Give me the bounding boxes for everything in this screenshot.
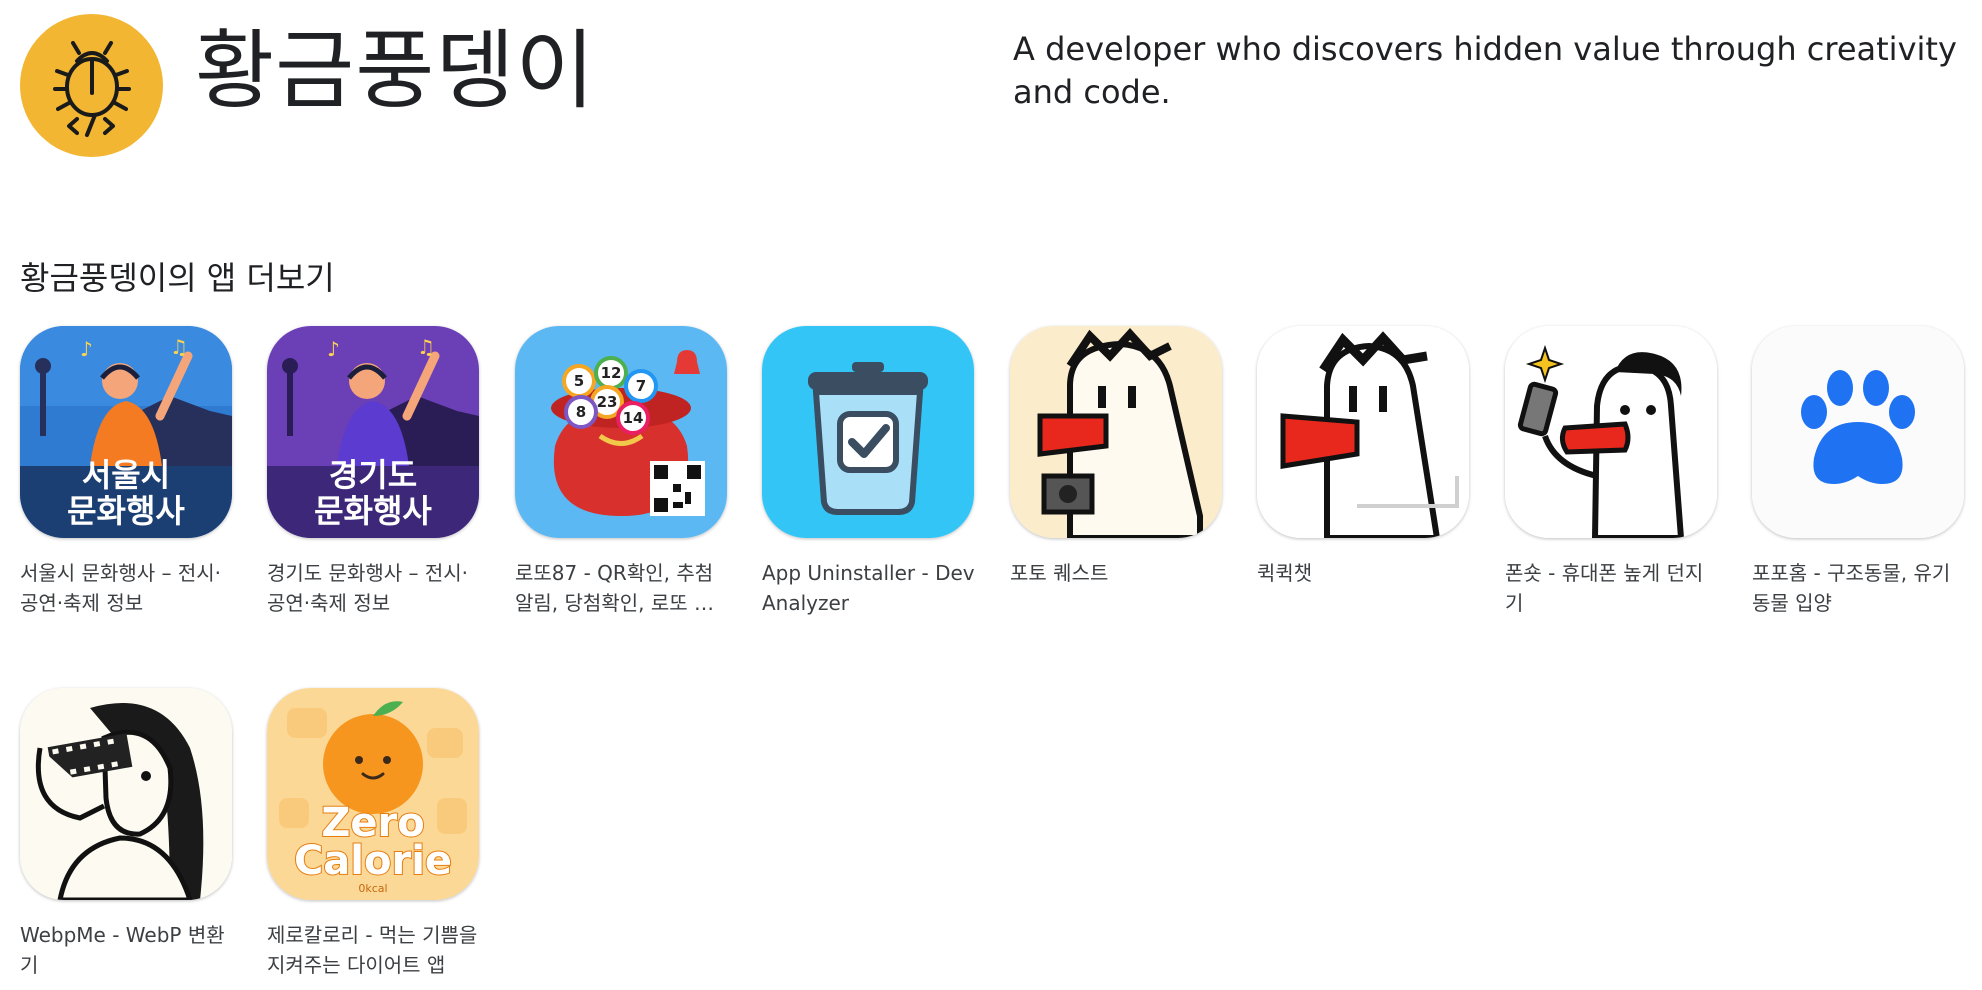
app-title: 포포홈 - 구조동물, 유기동물 입양: [1752, 561, 1951, 615]
app-icon: [762, 326, 974, 538]
icon-label-calorie: Calorie: [294, 838, 452, 884]
icon-label-kcal: 0kcal: [358, 882, 387, 895]
app-card-gyeonggi-culture[interactable]: ♪ ♫ 경기도 문화행사 경기도 문화행사 – 전시·공연·축제 정보: [267, 326, 481, 618]
app-card-popo-home[interactable]: 포포홈 - 구조동물, 유기동물 입양: [1752, 326, 1966, 618]
more-apps-heading: 황금풍뎅이의 앱 더보기: [20, 259, 335, 297]
app-card-quickquick-chat[interactable]: 퀵퀵챗: [1257, 326, 1471, 588]
app-title: 포토 퀘스트: [1010, 561, 1109, 585]
app-title: 폰숏 - 휴대폰 높게 던지기: [1505, 561, 1704, 615]
lotto-bag-icon: 5 12 7 23 8 14: [515, 326, 727, 538]
gyeonggi-culture-events-icon: ♪ ♫ 경기도 문화행사: [267, 326, 479, 538]
svg-text:♪: ♪: [327, 337, 340, 361]
app-icon: Zero Calorie 0kcal: [267, 688, 479, 900]
app-title: 퀵퀵챗: [1257, 561, 1313, 585]
developer-name: 황금풍뎅이: [195, 21, 596, 121]
app-card-seoul-culture[interactable]: ♪ ♫ 서울시 문화행사 서울시 문화행사 – 전시·공연·축제 정보: [20, 326, 234, 618]
app-icon: [1010, 326, 1222, 538]
app-icon: 5 12 7 23 8 14: [515, 326, 727, 538]
svg-text:♫: ♫: [170, 335, 188, 359]
app-title: 로또87 - QR확인, 추첨 알림, 당첨확인, 로또 번호 생성기: [515, 561, 714, 615]
lotto-ball: 14: [623, 409, 644, 427]
developer-avatar: [20, 14, 163, 157]
developer-header: 황금풍뎅이 A developer who discovers hidden v…: [20, 14, 1962, 164]
app-icon: [20, 688, 232, 900]
app-title: 제로칼로리 - 먹는 기쁨을 지켜주는 다이어트 앱: [267, 923, 478, 977]
developer-tagline: A developer who discovers hidden value t…: [1013, 30, 1957, 111]
app-title: WebpMe - WebP 변환기: [20, 923, 225, 977]
paw-icon: [1752, 326, 1964, 538]
icon-label-line1: 서울시: [82, 456, 170, 494]
app-icon: [1752, 326, 1964, 538]
svg-text:♪: ♪: [80, 337, 93, 361]
lotto-ball: 23: [597, 393, 618, 411]
app-card-lotto87[interactable]: 5 12 7 23 8 14 로또87 - QR확인, 추첨 알림, 당첨확인,…: [515, 326, 729, 618]
app-title: 경기도 문화행사 – 전시·공연·축제 정보: [267, 561, 469, 615]
icon-label-line2: 문화행사: [67, 492, 185, 530]
icon-label-line2: 문화행사: [314, 492, 432, 530]
lotto-ball: 12: [601, 364, 622, 382]
app-icon: [1257, 326, 1469, 538]
app-icon: [1505, 326, 1717, 538]
beetle-code-icon: [52, 40, 131, 137]
girl-film-icon: [20, 688, 232, 900]
lotto-ball: 5: [574, 372, 584, 390]
zero-calorie-orange-icon: Zero Calorie 0kcal: [267, 688, 479, 900]
app-grid: ♪ ♫ 서울시 문화행사 서울시 문화행사 – 전시·공연·축제 정보 ♪ ♫: [20, 326, 1964, 990]
app-title: 서울시 문화행사 – 전시·공연·축제 정보: [20, 561, 222, 615]
seoul-culture-events-icon: ♪ ♫ 서울시 문화행사: [20, 326, 232, 538]
trash-check-icon: [762, 326, 974, 538]
icon-label-line1: 경기도: [329, 456, 417, 494]
app-card-phone-shot[interactable]: 폰숏 - 휴대폰 높게 던지기: [1505, 326, 1719, 618]
pixel-duck-camera-icon: [1010, 326, 1222, 538]
app-card-photo-quest[interactable]: 포토 퀘스트: [1010, 326, 1224, 588]
duck-phone-throw-icon: [1505, 326, 1717, 538]
app-card-webpme[interactable]: WebpMe - WebP 변환기: [20, 688, 234, 980]
app-card-zero-calorie[interactable]: Zero Calorie 0kcal 제로칼로리 - 먹는 기쁨을 지켜주는 다…: [267, 688, 481, 980]
lotto-ball: 7: [636, 377, 646, 395]
app-title: App Uninstaller - Dev Analyzer: [762, 561, 975, 615]
app-icon: ♪ ♫ 경기도 문화행사: [267, 326, 479, 538]
pixel-duck-chat-icon: [1257, 326, 1469, 538]
app-icon: ♪ ♫ 서울시 문화행사: [20, 326, 232, 538]
app-card-app-uninstaller[interactable]: App Uninstaller - Dev Analyzer: [762, 326, 976, 618]
svg-text:♫: ♫: [417, 335, 435, 359]
lotto-ball: 8: [576, 403, 586, 421]
